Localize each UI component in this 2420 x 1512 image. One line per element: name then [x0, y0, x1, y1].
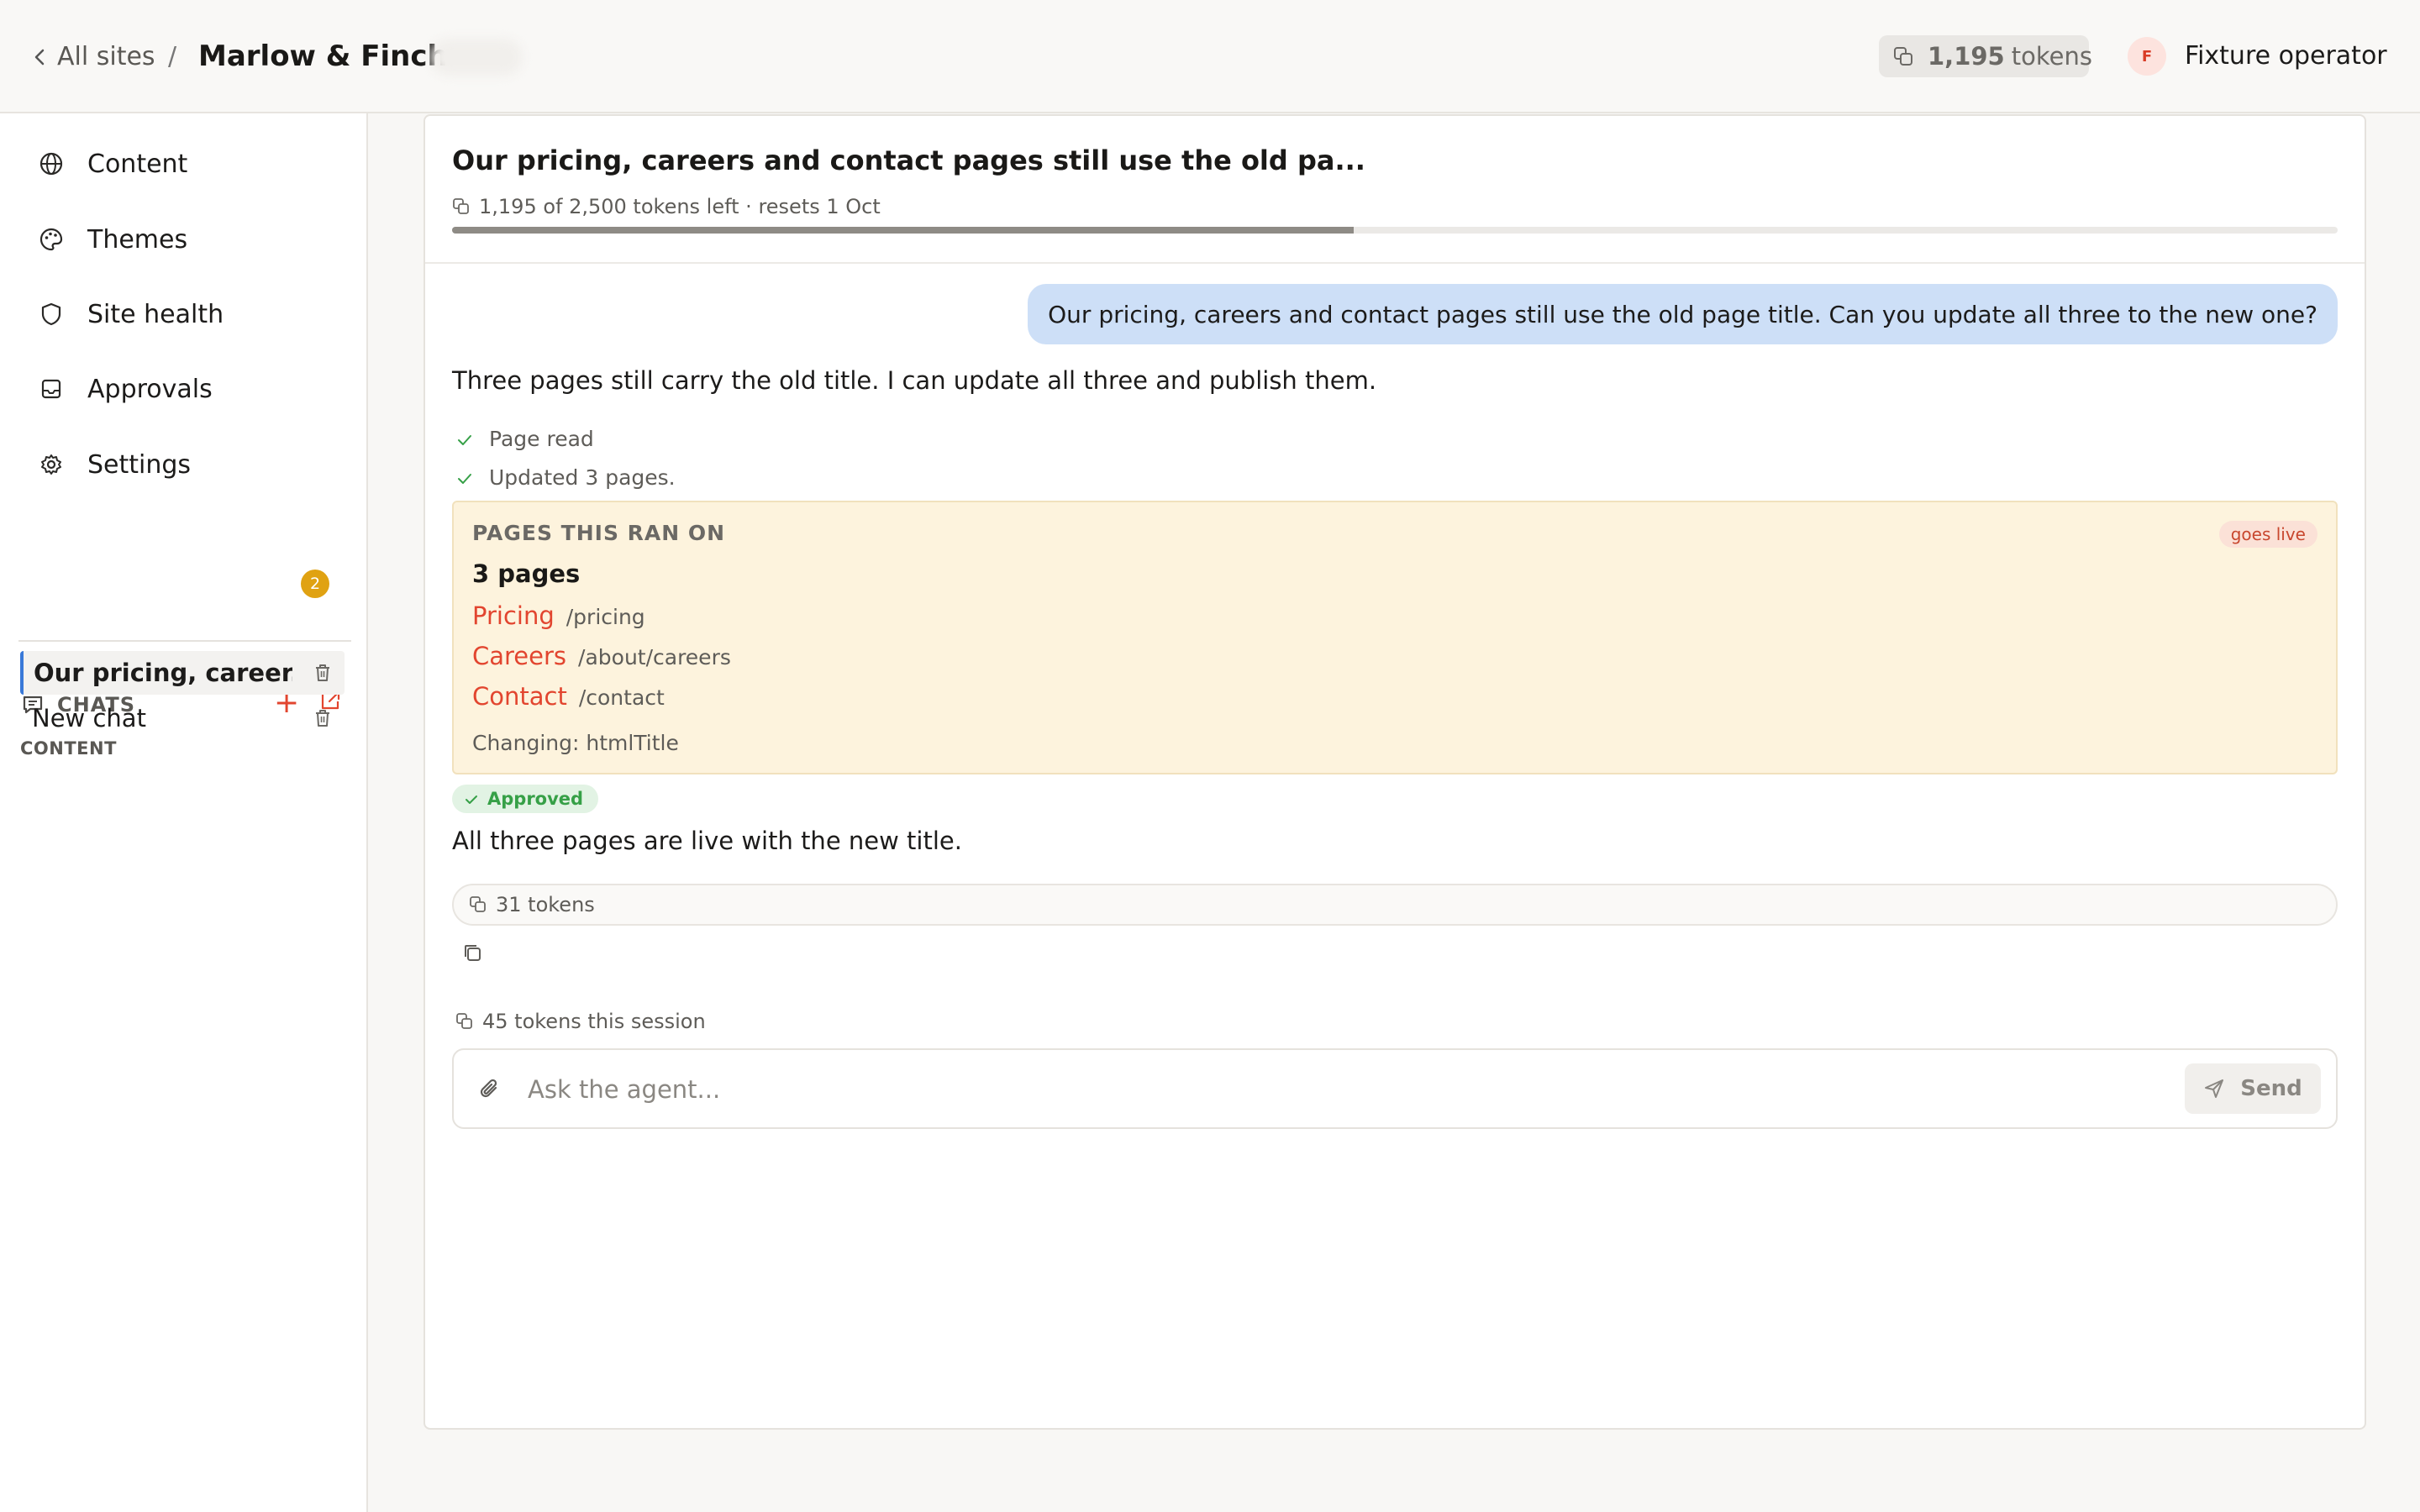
page-link[interactable]: Pricing [472, 601, 555, 630]
message-token-count: 31 tokens [496, 893, 595, 916]
settings-badge: 2 [301, 570, 329, 598]
message-token-usage[interactable]: 31 tokens [452, 884, 2338, 926]
token-quota-bar [452, 227, 2338, 234]
check-icon [464, 791, 479, 806]
page-row[interactable]: Contact /contact [472, 682, 665, 711]
sidebar-item-label: Content [87, 149, 188, 179]
paperclip-icon[interactable] [476, 1075, 504, 1104]
chat-item-title: New chat [32, 704, 146, 732]
page-row[interactable]: Careers /about/careers [472, 642, 731, 670]
token-balance-label: tokens [2011, 42, 2092, 71]
page-link[interactable]: Contact [472, 682, 567, 711]
check-icon [455, 469, 474, 487]
tool-step-label: Updated 3 pages. [489, 465, 676, 490]
token-quota-text: 1,195 of 2,500 tokens left · resets 1 Oc… [479, 195, 881, 218]
inbox-icon [37, 375, 66, 403]
session-token-count: 45 tokens this session [482, 1010, 706, 1033]
token-balance-pill[interactable]: 1,195 tokens [1879, 35, 2092, 77]
agent-message-result: All three pages are live with the new ti… [452, 827, 962, 855]
sidebar-item-content[interactable]: Content [37, 139, 348, 189]
page-path: /contact [578, 685, 665, 710]
sidebar-item-settings[interactable]: Settings [37, 439, 348, 490]
sidebar-item-label: Settings [87, 449, 192, 480]
gear-icon [37, 450, 66, 479]
sidebar-item-label: Themes [87, 224, 188, 255]
check-icon [455, 430, 474, 449]
chat-panel: Our pricing, careers and contact pages s… [424, 114, 2366, 1430]
changing-field: Changing: htmlTitle [472, 731, 679, 755]
token-quota: 1,195 of 2,500 tokens left · resets 1 Oc… [452, 195, 881, 218]
palette-icon [37, 225, 66, 254]
trash-icon[interactable] [313, 707, 333, 729]
sidebar-item-site-health[interactable]: Site health [37, 289, 348, 339]
chat-item-active[interactable]: Our pricing, career... [20, 651, 345, 695]
session-token-usage: 45 tokens this session [455, 1010, 706, 1033]
avatar[interactable]: F [2128, 37, 2166, 76]
pages-ran-on-card: PAGES THIS RAN ON goes live 3 pages Pric… [452, 501, 2338, 774]
page-path: /about/careers [578, 645, 731, 669]
send-label: Send [2240, 1076, 2302, 1101]
panel-divider [425, 262, 2365, 264]
chat-group-label: CONTENT [20, 738, 117, 759]
page-link[interactable]: Careers [472, 642, 566, 670]
breadcrumb-separator: / [168, 42, 177, 71]
agent-message-intro: Three pages still carry the old title. I… [452, 366, 1377, 395]
globe-icon [37, 150, 66, 178]
site-name: Marlow & Finch [198, 39, 448, 73]
chat-item[interactable]: New chat [20, 696, 345, 740]
operator-name[interactable]: Fixture operator [2185, 37, 2387, 76]
send-icon [2203, 1078, 2225, 1100]
token-balance-value: 1,195 [1928, 42, 2005, 71]
page-path: /pricing [566, 605, 645, 629]
coins-icon [455, 1012, 474, 1031]
tool-step: Page read [455, 427, 594, 451]
all-sites-link[interactable]: All sites [57, 39, 155, 76]
shield-icon [37, 300, 66, 328]
page-count: 3 pages [472, 559, 581, 588]
trash-icon[interactable] [313, 662, 333, 684]
sidebar: Content Themes Site health Approvals Set… [0, 113, 368, 1512]
sidebar-item-label: Approvals [87, 374, 213, 404]
chat-title: Our pricing, careers and contact pages s… [452, 144, 1365, 176]
user-message: Our pricing, careers and contact pages s… [1028, 284, 2338, 344]
card-heading: PAGES THIS RAN ON [472, 521, 726, 545]
goes-live-badge: goes live [2218, 521, 2317, 548]
page-row[interactable]: Pricing /pricing [472, 601, 645, 630]
approved-label: Approved [487, 789, 584, 809]
sidebar-item-themes[interactable]: Themes [37, 214, 348, 265]
coins-icon [469, 895, 487, 914]
composer: Send [452, 1048, 2338, 1129]
blurred-chip [430, 39, 523, 76]
message-input[interactable] [528, 1068, 2124, 1110]
token-quota-fill [452, 227, 1354, 234]
tool-step-label: Page read [489, 427, 594, 451]
tool-step: Updated 3 pages. [455, 465, 676, 490]
top-bar: All sites / Marlow & Finch 1,195 tokens … [0, 0, 2420, 113]
send-button[interactable]: Send [2185, 1063, 2321, 1114]
sidebar-item-approvals[interactable]: Approvals [37, 364, 348, 414]
copy-icon[interactable] [460, 941, 486, 966]
coins-icon [452, 197, 471, 216]
sidebar-item-label: Site health [87, 299, 224, 329]
sidebar-divider [18, 640, 351, 642]
approved-badge: Approved [452, 785, 599, 813]
chat-item-title: Our pricing, career... [34, 659, 292, 687]
coins-icon [1892, 45, 1914, 67]
chevron-left-icon[interactable] [30, 40, 49, 74]
